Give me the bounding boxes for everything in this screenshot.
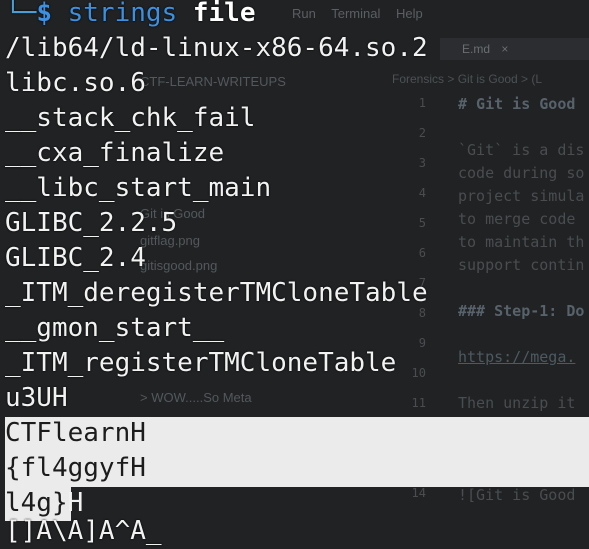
breadcrumb[interactable]: Forensics > Git is Good > (L [392, 72, 542, 86]
output-line: __stack_chk_fail [5, 103, 256, 133]
tab-label: E.md [462, 42, 491, 56]
code-line: https://mega. [458, 348, 576, 366]
output-line: GLIBC_2.2.5 [5, 208, 178, 238]
code-line: to merge code [458, 210, 576, 228]
line-number: 10 [411, 366, 426, 380]
line-number: 2 [418, 126, 426, 140]
output-line: _ITM_deregisterTMCloneTable [5, 278, 428, 308]
output-line: libc.so.6 [5, 68, 146, 98]
code-line: support contin [458, 256, 585, 274]
flag-line: CTFlearnH [5, 418, 146, 448]
line-number: 3 [418, 156, 426, 170]
code-line: ### Step-1: Do [458, 302, 585, 320]
flag-line: {fl4ggyfH [5, 453, 146, 483]
prompt-symbol: $ [36, 0, 52, 28]
editor-tab[interactable]: E.md × [440, 38, 589, 60]
output-line: _ITM_registerTMCloneTable [5, 348, 397, 378]
line-number: 14 [411, 486, 426, 500]
output-line: __libc_start_main [5, 173, 272, 203]
code-line: project simula [458, 187, 585, 205]
line-number: 9 [418, 336, 426, 350]
explorer-item[interactable]: CTF-LEARN-WRITEUPS [140, 74, 286, 89]
line-number: 6 [418, 246, 426, 260]
line-number: 1 [418, 96, 426, 110]
output-line: __gmon_start__ [5, 313, 225, 343]
menu-terminal[interactable]: Terminal [331, 6, 380, 21]
command-argument: file [192, 0, 256, 28]
output-line: u3UH [5, 383, 68, 413]
line-number: 11 [411, 396, 426, 410]
explorer-item[interactable]: gitisgood.png [140, 258, 217, 273]
output-line: GLIBC_2.4 [5, 243, 146, 273]
code-line: code during so [458, 164, 585, 182]
code-line: Then unzip it [458, 394, 576, 412]
menu-bar: Run Terminal Help [292, 6, 435, 21]
code-line: to maintain th [458, 233, 585, 251]
code-line: # Git is Good [458, 95, 576, 113]
command: strings [67, 0, 178, 28]
code-line: ![Git is Good [458, 486, 576, 504]
output-line: __cxa_finalize [5, 138, 225, 168]
menu-run[interactable]: Run [292, 6, 316, 21]
line-number: 4 [418, 186, 426, 200]
code-line: `Git` is a dis [458, 141, 585, 159]
prompt-line: └─$ strings file [5, 0, 255, 31]
output-line: []A\A]A^A_ [5, 516, 162, 546]
line-number: 5 [418, 216, 426, 230]
output-line: /lib64/ld-linux-x86-64.so.2 [5, 33, 428, 63]
close-icon[interactable]: × [501, 42, 508, 56]
prompt-corner: └─ [5, 0, 37, 28]
menu-help[interactable]: Help [396, 6, 423, 21]
explorer-item[interactable]: > WOW.....So Meta [140, 390, 252, 405]
